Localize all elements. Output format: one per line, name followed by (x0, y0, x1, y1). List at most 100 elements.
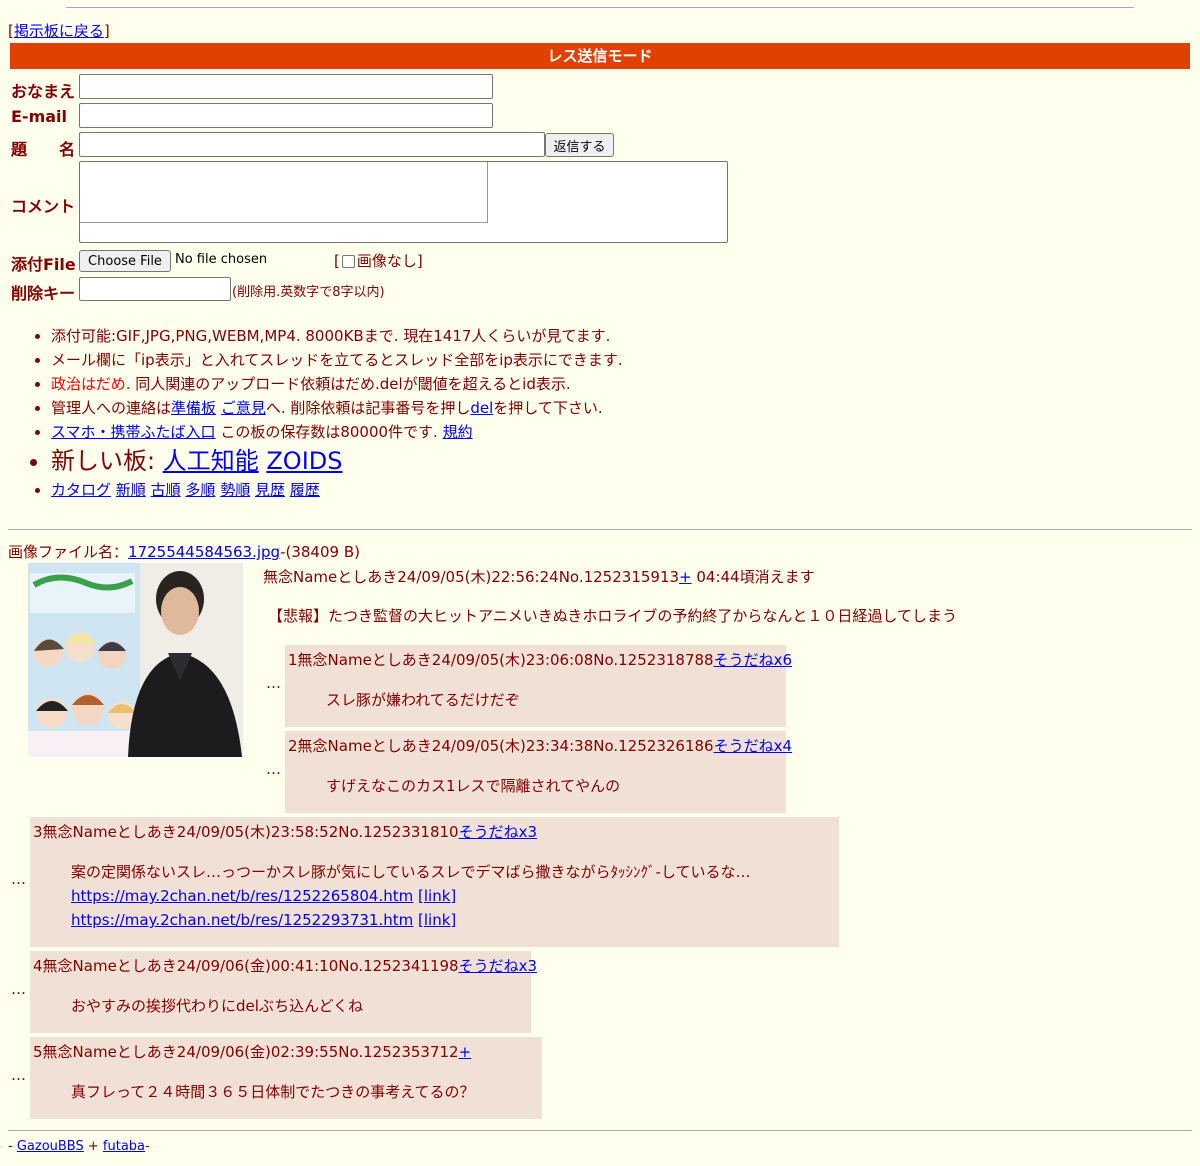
reply-ellipsis: … (266, 760, 281, 778)
thread-divider (8, 529, 1192, 531)
view-history-link[interactable]: 見歴 (255, 481, 285, 499)
footer-suffix: - (145, 1139, 150, 1154)
sodane-link[interactable]: そうだねx3 (459, 957, 537, 975)
rule-politics-text: 同人関連のアップロード依頼はだめ.delが閾値を超えるとid表示. (130, 375, 571, 393)
footer-prefix: - (8, 1139, 17, 1154)
rule-politics: 政治はだめ. 同人関連のアップロード依頼はだめ.delが閾値を超えるとid表示. (51, 372, 623, 396)
rule-upload: 添付可能:GIF,JPG,PNG,WEBM,MP4. 8000KBまで. 現在1… (51, 324, 623, 348)
reply-meta: 4無念Nameとしあき24/09/06(金)00:41:10No.1252341… (33, 957, 459, 975)
subject-input[interactable] (79, 132, 545, 157)
email-input[interactable] (79, 103, 493, 128)
reply-meta: 5無念Nameとしあき24/09/06(金)02:39:55No.1252353… (33, 1043, 459, 1061)
reply-url-link[interactable]: https://may.2chan.net/b/res/1252293731.h… (71, 911, 413, 929)
rule-mobile: スマホ・携帯ふたば入口 この板の保存数は80000件です. 規約 (51, 420, 623, 444)
reply-link-tag[interactable]: [link] (418, 911, 456, 929)
reply-meta: 2無念Nameとしあき24/09/05(木)23:34:38No.1252326… (288, 737, 714, 755)
file-label: 添付File (11, 255, 76, 274)
name-label: おなまえ (11, 82, 76, 101)
zoids-board-link[interactable]: ZOIDS (266, 447, 342, 475)
rule-politics-warning: 政治はだめ. (51, 375, 131, 393)
rule-contact: 管理人への連絡は準備板 ご意見へ. 削除依頼は記事番号を押しdelを押して下さい… (51, 396, 623, 420)
mobile-entrance-link[interactable]: スマホ・携帯ふたば入口 (51, 423, 216, 441)
sodane-link[interactable]: + (459, 1043, 472, 1061)
reply-ellipsis: … (11, 870, 26, 888)
reply-ellipsis: … (11, 1066, 26, 1084)
comment-label: コメント (11, 197, 76, 216)
rule-contact-text-b: へ. 削除依頼は記事番号を押し (265, 399, 471, 417)
reply-post: 2無念Nameとしあき24/09/05(木)23:34:38No.1252326… (285, 731, 792, 813)
futaba-link[interactable]: futaba (103, 1139, 145, 1154)
op-thumbnail-image[interactable] (28, 563, 243, 757)
reply-post: 1無念Nameとしあき24/09/05(木)23:06:08No.1252318… (285, 645, 792, 727)
reply-body: おやすみの挨拶代わりにdelぶち込んどくね (71, 997, 364, 1015)
footer: - GazouBBS + futaba- (8, 1139, 150, 1154)
thumbnail-illustration (28, 563, 243, 757)
sodane-link[interactable]: そうだねx6 (714, 651, 792, 669)
choose-file-button[interactable]: Choose File (79, 250, 171, 272)
footer-plus: + (83, 1139, 103, 1154)
rule-ip-display: メール欄に「ip表示」と入れてスレッドを立てるとスレッド全部をip表示にできます… (51, 348, 623, 372)
reply-submit-button[interactable]: 返信する (545, 133, 614, 157)
reply-ellipsis: … (266, 674, 281, 692)
new-boards: 新しい板: 人工知能 ZOIDS (51, 444, 623, 478)
op-sodane-link[interactable]: + (679, 568, 692, 586)
reply-body: すげえなこのカス1レスで隔離されてやんの (326, 777, 621, 795)
reply-mode-banner: レス送信モード (10, 43, 1190, 69)
reply-ellipsis: … (11, 980, 26, 998)
email-label: E-mail (11, 107, 68, 126)
board-rules-list: 添付可能:GIF,JPG,PNG,WEBM,MP4. 8000KBまで. 現在1… (8, 324, 623, 502)
feedback-link[interactable]: ご意見 (221, 399, 266, 417)
subject-label: 題 名 (11, 140, 76, 159)
comment-textarea[interactable] (79, 161, 728, 243)
reply-body: 案の定関係ないスレ…っつーかスレ豚が気にしているスレでデマばら撒きながらﾀｯｼﾝ… (71, 860, 836, 932)
del-link[interactable]: del (470, 399, 493, 417)
sodane-link[interactable]: そうだねx4 (714, 737, 792, 755)
no-image-label: 画像なし (356, 252, 417, 270)
sort-old-link[interactable]: 古順 (151, 481, 181, 499)
reply-body: スレ豚が嫌われてるだけだぞ (326, 691, 520, 709)
new-boards-text: 新しい板: (51, 447, 163, 475)
back-to-board-link[interactable]: 掲示板に戻る (14, 22, 104, 40)
file-info-label: 画像ファイル名： (8, 543, 129, 561)
delete-key-note: (削除用.英数字で8字以内) (232, 285, 385, 300)
sodane-link[interactable]: そうだねx3 (459, 823, 537, 841)
op-header: 無念Nameとしあき24/09/05(木)22:56:24No.12523159… (263, 566, 815, 587)
sort-many-link[interactable]: 多順 (185, 481, 215, 499)
rule-contact-text-a: 管理人への連絡は (51, 399, 172, 417)
post-history-link[interactable]: 履歴 (290, 481, 320, 499)
reply-body-text: 案の定関係ないスレ…っつーかスレ豚が気にしているスレでデマばら撒きながらﾀｯｼﾝ… (71, 863, 751, 881)
catalog-link[interactable]: カタログ (51, 481, 111, 499)
reply-link-tag[interactable]: [link] (418, 887, 456, 905)
op-expiry: 04:44頃消えます (691, 568, 815, 586)
no-file-chosen-text: No file chosen (175, 252, 268, 267)
reply-post: 4無念Nameとしあき24/09/06(金)00:41:10No.1252341… (30, 951, 537, 1033)
file-name-link[interactable]: 1725544584563.jpg (128, 543, 280, 561)
ai-board-link[interactable]: 人工知能 (163, 447, 259, 475)
reply-url-link[interactable]: https://may.2chan.net/b/res/1252265804.h… (71, 887, 413, 905)
file-info: 画像ファイル名：1725544584563.jpg-(38409 B) (8, 541, 360, 562)
top-divider (66, 7, 1134, 9)
reply-post: 5無念Nameとしあき24/09/06(金)02:39:55No.1252353… (30, 1037, 542, 1119)
footer-divider (8, 1130, 1192, 1132)
reply-post: 3無念Nameとしあき24/09/05(木)23:58:52No.1252331… (30, 817, 839, 947)
op-meta: 無念Nameとしあき24/09/05(木)22:56:24No.12523159… (263, 568, 680, 586)
rule-contact-text-c: を押して下さい. (493, 399, 603, 417)
delete-key-input[interactable] (79, 277, 231, 301)
reply-body: 真フレって２４時間３６５日体制でたつきの事考えてるの？ (71, 1083, 475, 1101)
no-image-checkbox[interactable] (341, 255, 355, 268)
delete-key-label: 削除キー (11, 284, 76, 303)
op-body: 【悲報】たつき監督の大ヒットアニメいきぬきホロライブの予約終了からなんと１０日経… (268, 607, 957, 625)
reply-meta: 1無念Nameとしあき24/09/05(木)23:06:08No.1252318… (288, 651, 714, 669)
rule-storage-text: この板の保存数は80000件です. (215, 423, 443, 441)
file-size: -(38409 B) (280, 543, 360, 561)
back-nav: [掲示板に戻る] (8, 22, 110, 40)
sort-momentum-link[interactable]: 勢順 (220, 481, 250, 499)
sort-new-link[interactable]: 新順 (116, 481, 146, 499)
reply-meta: 3無念Nameとしあき24/09/05(木)23:58:52No.1252331… (33, 823, 459, 841)
no-image-option: [画像なし] (334, 252, 423, 270)
sort-links: カタログ 新順 古順 多順 勢順 見歴 履歴 (51, 478, 623, 502)
junbi-board-link[interactable]: 準備板 (171, 399, 216, 417)
terms-link[interactable]: 規約 (443, 423, 473, 441)
name-input[interactable] (79, 74, 493, 99)
gazoubbs-link[interactable]: GazouBBS (17, 1139, 84, 1154)
